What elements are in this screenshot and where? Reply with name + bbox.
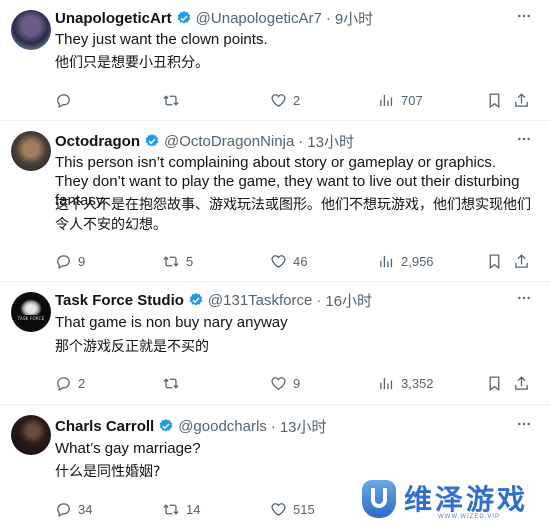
author-name[interactable]: Task Force Studio [55, 292, 184, 309]
reply-icon [57, 94, 70, 109]
post-translation: 那个游戏反正就是不买的 [55, 339, 209, 355]
reply-icon [57, 377, 70, 392]
verified-badge-icon [188, 292, 204, 308]
like-button[interactable]: 515 [270, 501, 315, 518]
like-button[interactable]: 46 [270, 253, 307, 270]
author-handle[interactable]: @OctoDragonNinja [164, 133, 294, 150]
views-button[interactable]: 707 [378, 92, 423, 109]
more-icon[interactable] [516, 8, 532, 27]
reply-icon [57, 503, 70, 518]
reply-icon [57, 255, 70, 270]
post-time[interactable]: 13小时 [307, 131, 354, 152]
post-text: What’s gay marriage? [55, 440, 201, 457]
like-icon [271, 503, 286, 516]
views-count: 707 [401, 93, 423, 108]
views-button[interactable]: 2,956 [378, 253, 434, 270]
views-icon [380, 377, 393, 390]
repost-icon [163, 504, 179, 515]
avatar[interactable] [11, 415, 51, 455]
like-button[interactable]: 9 [270, 375, 300, 392]
bookmark-icon[interactable] [486, 253, 503, 275]
watermark-url: WWW.WIZED.VIP [438, 514, 500, 520]
post-actions: 2 707 [55, 92, 535, 110]
bookmark-icon[interactable] [486, 92, 503, 114]
author-name[interactable]: Charls Carroll [55, 418, 154, 435]
author-name[interactable]: UnapologeticArt [55, 10, 172, 27]
avatar-logo-text: TASK FORCE [17, 316, 45, 321]
post-text: They just want the clown points. [55, 31, 268, 48]
reply-button[interactable]: 2 [55, 375, 85, 392]
like-count: 9 [293, 376, 301, 391]
post-time[interactable]: 16小时 [325, 290, 372, 311]
verified-badge-icon [144, 133, 160, 149]
post-header: Charls Carroll @goodcharls · 13小时 [55, 416, 327, 436]
like-count: 46 [293, 254, 308, 269]
more-icon[interactable] [516, 131, 532, 150]
repost-count: 14 [186, 502, 201, 517]
views-button[interactable]: 3,352 [378, 375, 434, 392]
like-count: 2 [293, 93, 301, 108]
post-2[interactable]: Octodragon @OctoDragonNinja · 13小时 This … [0, 121, 550, 276]
more-icon[interactable] [516, 416, 532, 435]
post-3[interactable]: TASK FORCE Task Force Studio @131Taskfor… [0, 282, 550, 402]
author-handle[interactable]: @UnapologeticAr7 [196, 10, 322, 27]
post-header: Octodragon @OctoDragonNinja · 13小时 [55, 131, 354, 151]
author-handle[interactable]: @131Taskforce [208, 292, 312, 309]
views-count: 2,956 [401, 254, 434, 269]
reply-button[interactable]: 9 [55, 253, 85, 270]
avatar[interactable]: TASK FORCE [11, 292, 51, 332]
post-translation-line-2: 令人不安的幻想。 [55, 217, 167, 233]
watermark-text: 维泽游戏 [404, 483, 529, 516]
repost-button[interactable]: 5 [162, 253, 193, 270]
separator-dot: · [316, 291, 322, 309]
more-icon[interactable] [516, 290, 532, 309]
post-actions: 2 9 3,352 [55, 375, 535, 393]
separator-dot: · [270, 417, 276, 435]
post-translation-line-1: 这个人不是在抱怨故事、游戏玩法或图形。他们不想玩游戏，他们想实现他们 [55, 197, 531, 213]
post-time[interactable]: 13小时 [280, 416, 327, 437]
post-text: That game is non buy nary anyway [55, 314, 288, 331]
avatar[interactable] [11, 131, 51, 171]
post-translation: 他们只是想要小丑积分。 [55, 55, 209, 71]
repost-button[interactable]: 14 [162, 501, 200, 518]
eagle-logo [20, 299, 42, 315]
post-actions: 9 5 46 2,956 [55, 253, 535, 271]
share-icon[interactable] [513, 375, 530, 397]
separator-dot: · [298, 132, 304, 150]
separator-dot: · [325, 9, 331, 27]
avatar[interactable] [11, 10, 51, 50]
reply-button[interactable] [55, 92, 78, 109]
post-header: Task Force Studio @131Taskforce · 16小时 [55, 290, 372, 310]
repost-button[interactable] [162, 375, 186, 392]
post-header: UnapologeticArt @UnapologeticAr7 · 9小时 [55, 8, 373, 28]
share-icon[interactable] [513, 253, 530, 275]
reply-count: 34 [78, 502, 93, 517]
repost-icon [163, 256, 179, 267]
post-1[interactable]: UnapologeticArt @UnapologeticAr7 · 9小时 T… [0, 0, 550, 116]
repost-icon [163, 378, 179, 389]
like-icon [271, 255, 286, 268]
verified-badge-icon [176, 10, 192, 26]
views-icon [380, 255, 393, 268]
like-button[interactable]: 2 [270, 92, 300, 109]
reply-count: 9 [78, 254, 86, 269]
reply-button[interactable]: 34 [55, 501, 92, 518]
verified-badge-icon [158, 418, 174, 434]
author-handle[interactable]: @goodcharls [178, 418, 267, 435]
repost-count: 5 [186, 254, 194, 269]
share-icon[interactable] [513, 92, 530, 114]
watermark-logo-icon [362, 480, 396, 518]
like-icon [271, 94, 286, 107]
author-name[interactable]: Octodragon [55, 133, 140, 150]
like-count: 515 [293, 502, 315, 517]
repost-icon [163, 95, 179, 106]
repost-button[interactable] [162, 92, 186, 109]
views-icon [380, 94, 393, 107]
like-icon [271, 377, 286, 390]
watermark: 维泽游戏 WWW.WIZED.VIP [362, 478, 542, 524]
views-count: 3,352 [401, 376, 434, 391]
post-time[interactable]: 9小时 [335, 8, 373, 29]
reply-count: 2 [78, 376, 86, 391]
bookmark-icon[interactable] [486, 375, 503, 397]
